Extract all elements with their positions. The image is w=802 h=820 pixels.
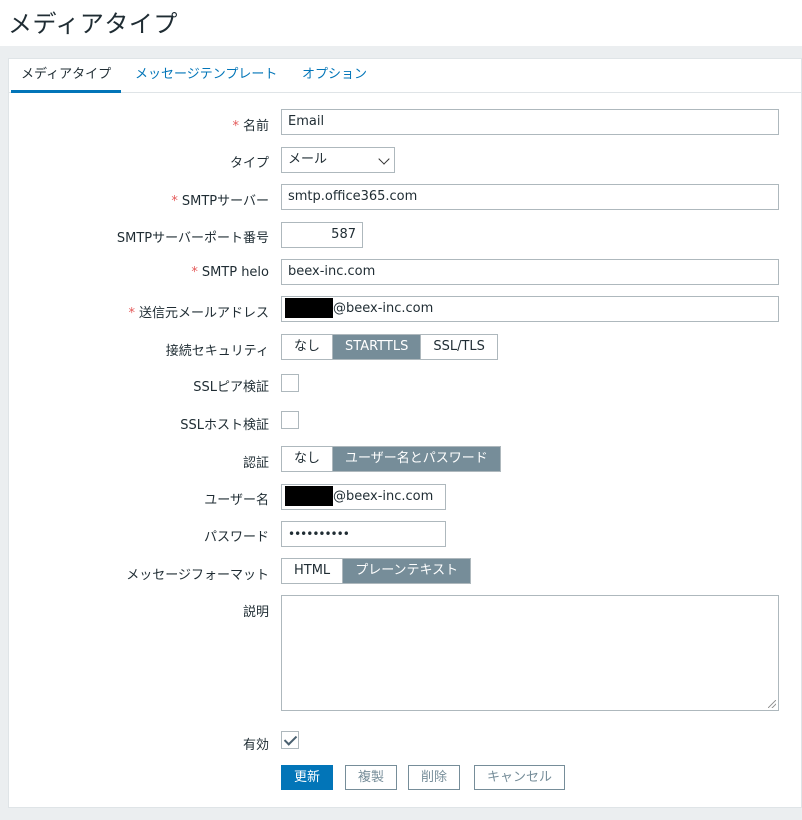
auth-segmented: なし ユーザー名とパスワード	[281, 446, 501, 472]
redacted-block	[285, 297, 333, 318]
smtp-server-label: * SMTPサーバー	[171, 194, 269, 209]
smtp-email-input[interactable]: @beex-inc.com	[281, 296, 779, 322]
security-option-starttls[interactable]: STARTTLS	[333, 335, 422, 359]
redacted-block	[285, 485, 333, 506]
tab-options[interactable]: オプション	[302, 59, 367, 93]
auth-option-none[interactable]: なし	[282, 447, 334, 471]
required-marker: *	[232, 119, 239, 134]
auth-label: 認証	[242, 456, 269, 471]
tab-media-type[interactable]: メディアタイプ	[11, 59, 122, 93]
tab-message-templates[interactable]: メッセージテンプレート	[135, 59, 277, 93]
page-header: メディアタイプ	[0, 0, 802, 46]
ssl-host-label: SSLホスト検証	[180, 418, 269, 433]
clone-button[interactable]: 複製	[345, 765, 398, 790]
required-marker: *	[191, 265, 198, 280]
delete-button[interactable]: 削除	[408, 765, 461, 790]
ssl-peer-label: SSLピア検証	[193, 380, 269, 395]
update-button[interactable]: 更新	[281, 765, 334, 790]
resize-handle-icon[interactable]	[768, 700, 776, 708]
ssl-peer-checkbox[interactable]	[281, 374, 299, 392]
security-segmented: なし STARTTLS SSL/TLS	[281, 334, 498, 360]
chevron-down-icon	[378, 153, 390, 165]
type-label: タイプ	[229, 156, 269, 171]
name-input[interactable]: Email	[281, 109, 779, 135]
enabled-checkbox[interactable]	[281, 731, 299, 749]
name-label: * 名前	[232, 119, 269, 134]
smtp-port-input[interactable]: 587	[281, 222, 363, 248]
auth-option-username-password[interactable]: ユーザー名とパスワード	[333, 447, 500, 471]
enabled-label: 有効	[242, 738, 269, 753]
ssl-host-checkbox[interactable]	[281, 411, 299, 429]
smtp-helo-label: * SMTP helo	[191, 265, 269, 280]
form-panel: メディアタイプ メッセージテンプレート オプション * 名前 Email タイプ …	[8, 58, 802, 808]
format-option-plain-text[interactable]: プレーンテキスト	[343, 559, 471, 583]
type-select[interactable]: メール	[281, 147, 395, 173]
password-label: パスワード	[203, 530, 269, 545]
description-textarea[interactable]	[281, 595, 779, 711]
smtp-email-domain: @beex-inc.com	[333, 301, 434, 316]
username-input[interactable]: @beex-inc.com	[281, 484, 446, 510]
username-label: ユーザー名	[204, 493, 269, 508]
description-label: 説明	[242, 605, 269, 620]
security-label: 接続セキュリティ	[165, 344, 269, 359]
cancel-button[interactable]: キャンセル	[474, 765, 566, 790]
format-label: メッセージフォーマット	[126, 568, 269, 583]
type-select-value: メール	[288, 152, 328, 167]
security-option-none[interactable]: なし	[282, 335, 334, 359]
security-option-ssltls[interactable]: SSL/TLS	[421, 335, 497, 359]
username-domain: @beex-inc.com	[333, 489, 434, 504]
format-option-html[interactable]: HTML	[282, 559, 344, 583]
smtp-email-label: * 送信元メールアドレス	[128, 306, 269, 321]
smtp-port-label: SMTPサーバーポート番号	[116, 231, 269, 246]
smtp-helo-input[interactable]: beex-inc.com	[281, 259, 779, 285]
required-marker: *	[171, 194, 178, 209]
password-input[interactable]: ••••••••••	[281, 521, 446, 547]
format-segmented: HTML プレーンテキスト	[281, 558, 472, 584]
required-marker: *	[128, 306, 135, 321]
page-title: メディアタイプ	[8, 10, 178, 38]
smtp-server-input[interactable]: smtp.office365.com	[281, 184, 779, 210]
tab-bar: メディアタイプ メッセージテンプレート オプション	[9, 59, 802, 93]
